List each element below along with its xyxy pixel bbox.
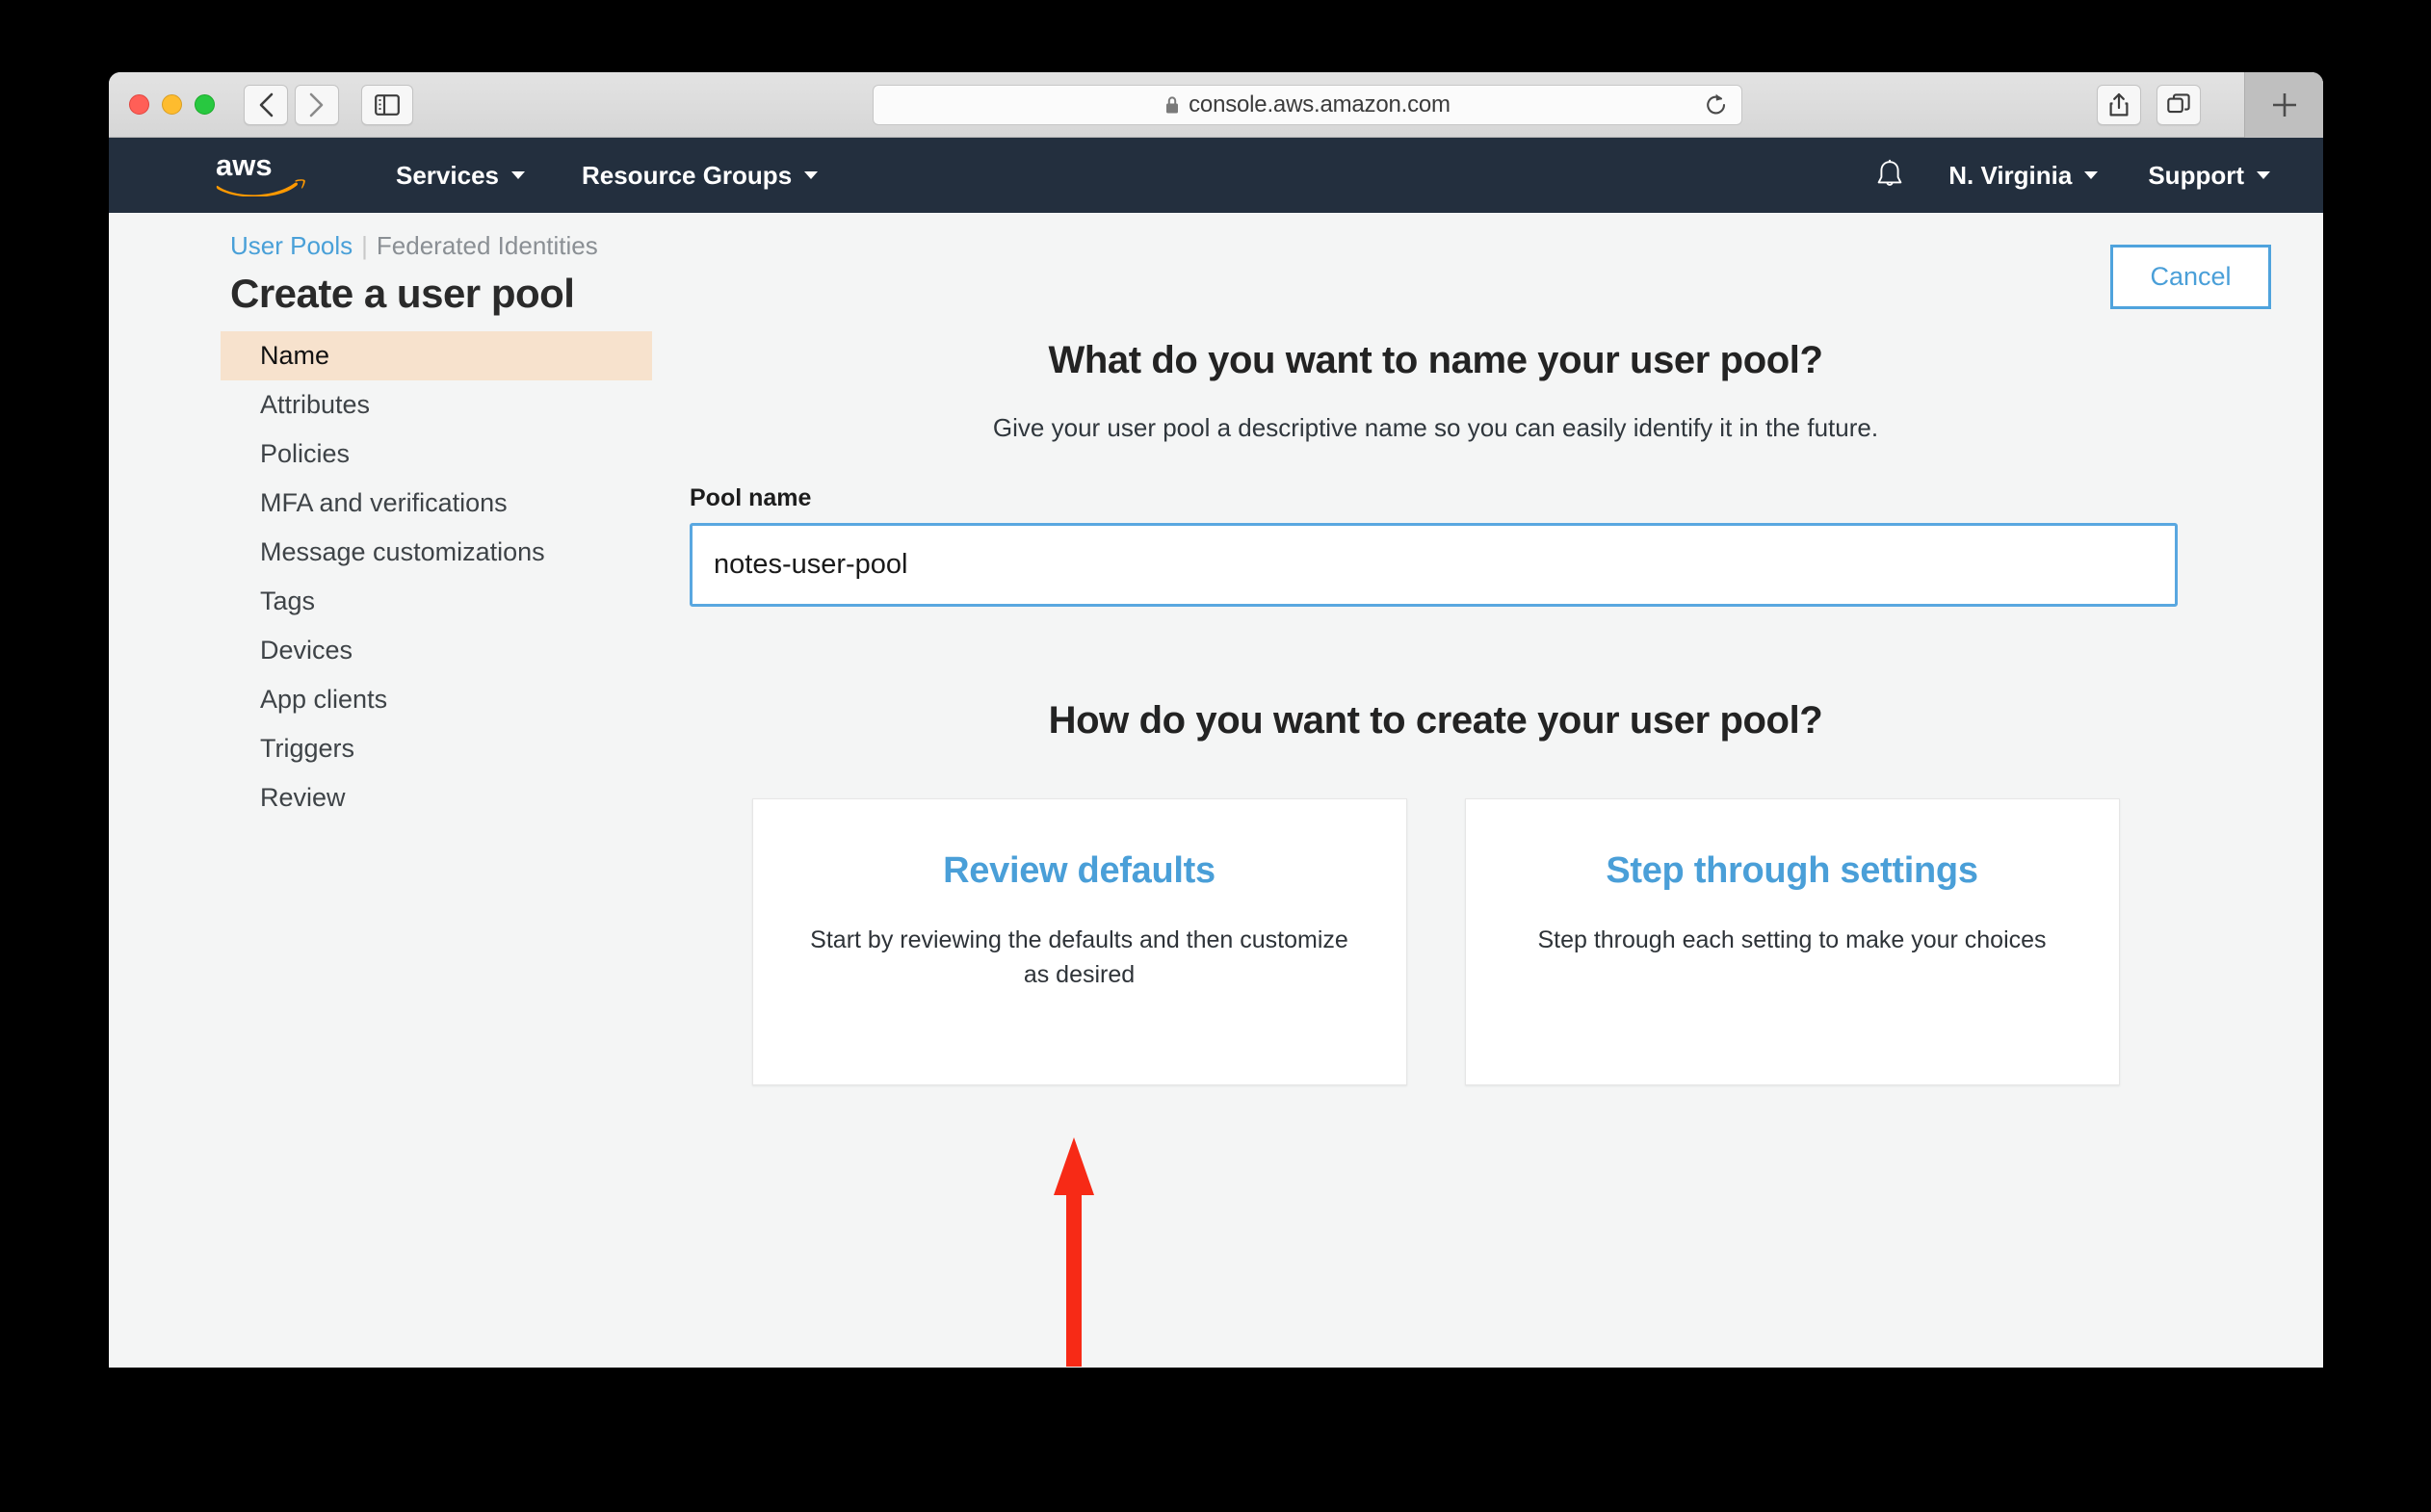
chevron-down-icon (804, 171, 819, 179)
window-controls (129, 94, 215, 115)
sidebar-item-attributes[interactable]: Attributes (221, 380, 652, 430)
share-button[interactable] (2097, 84, 2141, 125)
share-icon (2109, 92, 2129, 116)
navigation-buttons (244, 84, 339, 125)
chevron-left-icon (259, 92, 274, 117)
create-option-cards: Review defaults Start by reviewing the d… (652, 798, 2219, 1085)
create-section-heading: How do you want to create your user pool… (1048, 699, 1823, 742)
page-header: User Pools | Federated Identities Create… (109, 213, 2323, 326)
breadcrumb-federated-identities[interactable]: Federated Identities (377, 233, 598, 258)
maximize-window-button[interactable] (195, 94, 215, 115)
aws-top-nav: aws Services Resource Groups N. Virginia… (109, 138, 2323, 213)
tab-overview-icon (2167, 92, 2190, 113)
aws-nav-right: N. Virginia Support (1875, 159, 2270, 192)
chevron-right-icon (309, 92, 324, 117)
support-label: Support (2148, 160, 2244, 190)
address-bar-container: console.aws.amazon.com (873, 84, 1742, 125)
pool-name-label: Pool name (690, 484, 812, 511)
sidebar-item-policies[interactable]: Policies (221, 430, 652, 479)
sidebar-item-name[interactable]: Name (221, 331, 652, 380)
sidebar-toggle-icon (375, 93, 400, 116)
pool-name-input[interactable] (690, 523, 2178, 607)
sidebar-item-devices[interactable]: Devices (221, 626, 652, 675)
sidebar-item-mfa-and-verifications[interactable]: MFA and verifications (221, 479, 652, 528)
page-title: Create a user pool (230, 271, 575, 316)
breadcrumb: User Pools | Federated Identities (230, 233, 2323, 258)
toolbar-right-buttons (2097, 84, 2201, 125)
content-row: Name Attributes Policies MFA and verific… (109, 326, 2323, 1085)
breadcrumb-separator: | (361, 231, 368, 260)
sidebar-item-triggers[interactable]: Triggers (221, 724, 652, 773)
region-label: N. Virginia (1948, 160, 2073, 190)
forward-button[interactable] (295, 84, 339, 125)
address-bar[interactable]: console.aws.amazon.com (873, 84, 1742, 125)
chevron-down-icon (2084, 171, 2099, 179)
services-label: Services (396, 160, 499, 190)
pool-name-field-block: Pool name (652, 484, 2219, 607)
sidebar-item-tags[interactable]: Tags (221, 577, 652, 626)
support-menu[interactable]: Support (2148, 161, 2270, 191)
aws-logo[interactable]: aws (214, 148, 306, 201)
review-defaults-body: Start by reviewing the defaults and then… (810, 926, 1348, 989)
browser-window: console.aws.amazon.com aws Services Reso… (109, 72, 2323, 1368)
close-window-button[interactable] (129, 94, 149, 115)
services-menu[interactable]: Services (396, 161, 525, 191)
region-selector[interactable]: N. Virginia (1948, 160, 2099, 191)
notifications-button[interactable] (1875, 159, 1904, 192)
name-section-subtitle: Give your user pool a descriptive name s… (992, 413, 1879, 442)
sidebar-toggle-button[interactable] (361, 84, 413, 125)
step-through-settings-card[interactable]: Step through settings Step through each … (1464, 798, 2120, 1085)
review-defaults-title: Review defaults (943, 850, 1216, 891)
url-text: console.aws.amazon.com (1189, 91, 1451, 117)
step-through-settings-body: Step through each setting to make your c… (1537, 926, 2047, 953)
page-content: User Pools | Federated Identities Create… (109, 213, 2323, 1368)
reload-icon (1707, 93, 1726, 114)
review-defaults-card[interactable]: Review defaults Start by reviewing the d… (751, 798, 1407, 1085)
resource-groups-menu[interactable]: Resource Groups (581, 160, 819, 191)
sidebar-item-message-customizations[interactable]: Message customizations (221, 528, 652, 577)
chevron-down-icon (510, 171, 525, 179)
browser-toolbar: console.aws.amazon.com (109, 72, 2323, 138)
new-tab-button[interactable] (2244, 72, 2323, 138)
step-through-settings-title: Step through settings (1606, 850, 1978, 891)
sidebar-item-app-clients[interactable]: App clients (221, 675, 652, 724)
back-button[interactable] (244, 84, 288, 125)
plus-icon (2272, 93, 2296, 117)
reload-button[interactable] (1705, 92, 1728, 117)
notifications-bell-icon (1877, 159, 1902, 186)
wizard-main: What do you want to name your user pool?… (652, 326, 2323, 1085)
resource-groups-label: Resource Groups (581, 160, 793, 190)
lock-icon (1164, 95, 1180, 115)
cancel-button[interactable]: Cancel (2110, 245, 2271, 309)
minimize-window-button[interactable] (162, 94, 182, 115)
tab-overview-button[interactable] (2157, 84, 2201, 125)
wizard-sidebar: Name Attributes Policies MFA and verific… (221, 326, 652, 1085)
sidebar-item-review[interactable]: Review (221, 773, 652, 822)
breadcrumb-user-pools[interactable]: User Pools (230, 233, 353, 258)
chevron-down-icon (2257, 171, 2270, 179)
svg-text:aws: aws (216, 150, 273, 182)
name-section-heading: What do you want to name your user pool? (1048, 339, 1823, 381)
